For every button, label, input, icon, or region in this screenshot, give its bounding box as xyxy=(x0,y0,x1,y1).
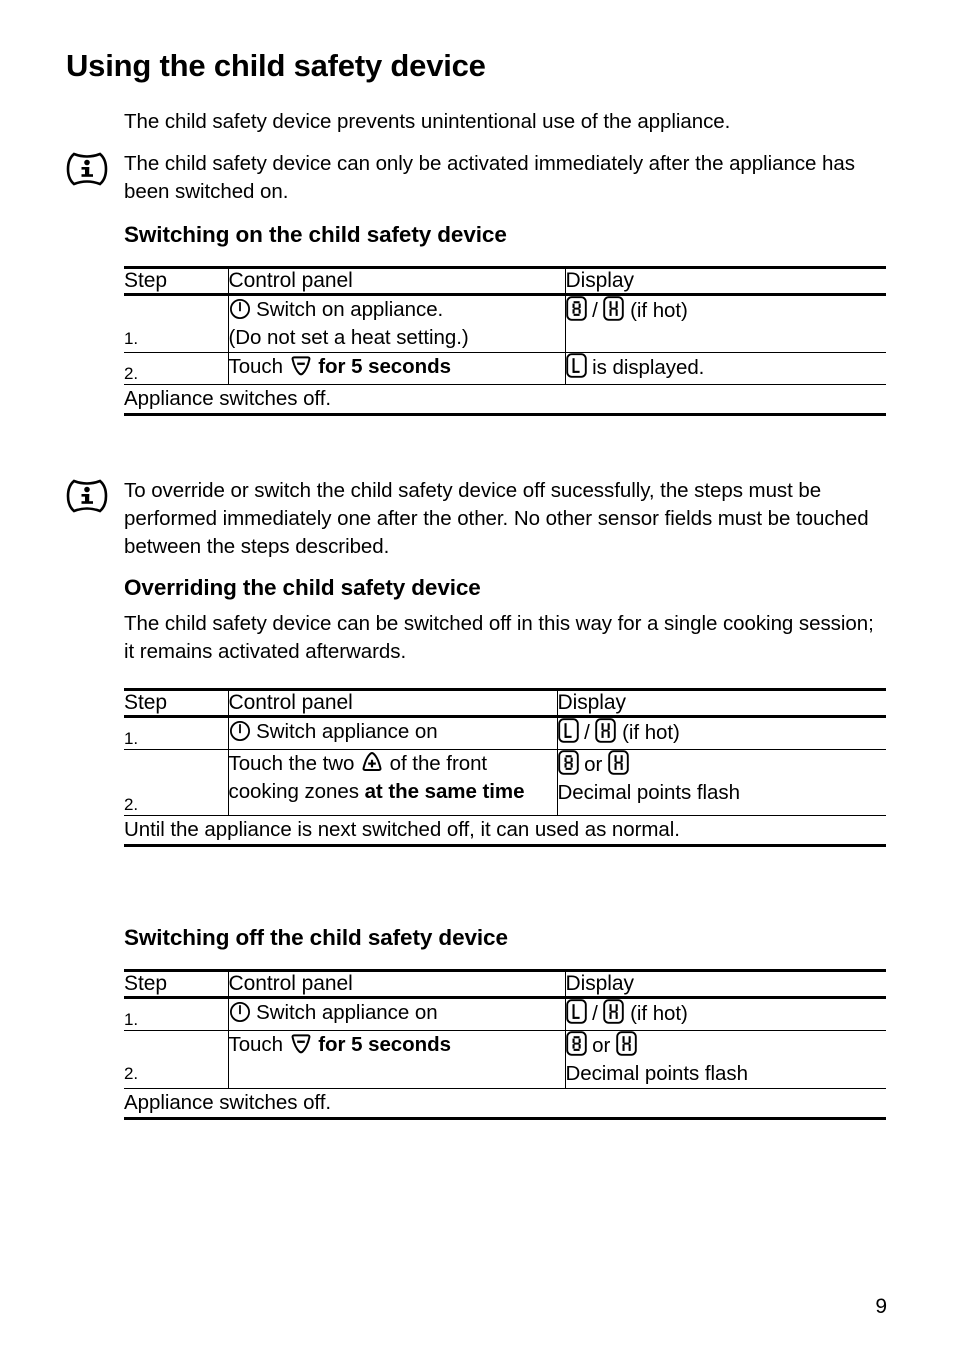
step-number: 2. xyxy=(124,352,229,385)
intro-paragraph: The child safety device prevents uninten… xyxy=(124,110,731,133)
column-header-step: Step xyxy=(124,969,229,998)
table-footer-row: Until the appliance is next switched off… xyxy=(124,815,886,847)
display-tail-text: (if hot) xyxy=(630,1002,688,1025)
display-tail-text: (if hot) xyxy=(622,721,680,744)
table-footer-text: Appliance switches off. xyxy=(124,384,886,416)
table-row: 2. Touch for 5 seconds xyxy=(124,352,886,385)
display-0-icon xyxy=(565,296,587,321)
display-separator: / xyxy=(592,299,598,322)
control-panel-cell: Touch the two of the front cooking zones… xyxy=(228,749,558,816)
column-header-control-panel: Control panel xyxy=(228,266,566,295)
display-text-line2: Decimal points flash xyxy=(557,781,741,804)
control-panel-cell: Switch appliance on xyxy=(228,715,558,750)
display-tail-text: (if hot) xyxy=(630,299,688,322)
power-icon xyxy=(229,720,251,742)
display-L-icon xyxy=(565,353,587,378)
info-icon xyxy=(66,479,108,513)
table-footer-text: Until the appliance is next switched off… xyxy=(124,815,886,847)
minus-triangle-icon xyxy=(289,353,313,377)
step-number: 1. xyxy=(124,715,229,750)
display-0-icon xyxy=(557,750,579,775)
note-block-2: To override or switch the child safety d… xyxy=(66,477,886,561)
display-separator: / xyxy=(584,721,590,744)
section-2-intro: The child safety device can be switched … xyxy=(124,612,874,663)
display-0-icon xyxy=(565,1031,587,1056)
section-heading-2: Overriding the child safety device xyxy=(124,575,481,600)
page-number: 9 xyxy=(875,1295,887,1318)
table-header-row: Step Control panel Display xyxy=(124,688,886,717)
note-text-1: The child safety device can only be acti… xyxy=(124,152,855,203)
section-heading-3: Switching off the child safety device xyxy=(124,925,508,950)
minus-triangle-icon xyxy=(289,1031,313,1055)
table-footer-text: Appliance switches off. xyxy=(124,1088,886,1120)
display-L-icon xyxy=(557,718,579,743)
column-header-step: Step xyxy=(124,266,229,295)
table-row: 1. Switch appliance on / (if hot) xyxy=(124,715,886,750)
display-cell: / (if hot) xyxy=(557,715,886,750)
section-heading-1: Switching on the child safety device xyxy=(124,222,507,247)
note-block-1: The child safety device can only be acti… xyxy=(66,150,884,206)
display-H-icon xyxy=(616,1031,637,1056)
display-cell: or Decimal points flash xyxy=(557,749,886,816)
display-separator: or xyxy=(584,753,603,776)
control-panel-cell: Switch on appliance. (Do not set a heat … xyxy=(228,293,566,353)
display-cell: / (if hot) xyxy=(565,996,886,1031)
column-header-control-panel: Control panel xyxy=(228,688,558,717)
control-panel-bold-text: at the same time xyxy=(364,780,525,803)
table-overriding: Step Control panel Display 1. Switch app… xyxy=(124,688,886,847)
control-panel-text-line2: (Do not set a heat setting.) xyxy=(228,326,469,349)
step-number: 1. xyxy=(124,996,229,1031)
table-switching-off: Step Control panel Display 1. Switch app… xyxy=(124,969,886,1120)
display-cell: or Decimal points flash xyxy=(565,1030,886,1089)
column-header-control-panel: Control panel xyxy=(228,969,566,998)
table-switching-on: Step Control panel Display 1. Switch on … xyxy=(124,266,886,416)
display-H-icon xyxy=(595,718,617,743)
plus-triangle-icon xyxy=(360,750,384,774)
table-footer-row: Appliance switches off. xyxy=(124,1088,886,1120)
display-L-icon xyxy=(565,999,587,1024)
display-separator: / xyxy=(592,1002,598,1025)
control-panel-bold-text: for 5 seconds xyxy=(318,355,451,378)
display-text-line2: Decimal points flash xyxy=(565,1062,749,1085)
step-number: 1. xyxy=(124,293,229,353)
power-icon xyxy=(229,1001,251,1023)
control-panel-text-line1: Switch appliance on xyxy=(256,720,438,743)
display-tail-text: is displayed. xyxy=(592,356,705,379)
display-H-icon xyxy=(603,296,625,321)
table-header-row: Step Control panel Display xyxy=(124,969,886,998)
control-panel-pre-text: Touch the two xyxy=(228,752,355,775)
step-number: 2. xyxy=(124,749,229,816)
column-header-step: Step xyxy=(124,688,229,717)
control-panel-pre-text: Touch xyxy=(228,1033,284,1056)
note-text-2: To override or switch the child safety d… xyxy=(124,479,869,558)
control-panel-text-line1: Switch on appliance. xyxy=(256,298,444,321)
table-row: 1. Switch appliance on / (if hot) xyxy=(124,996,886,1031)
column-header-display: Display xyxy=(565,969,886,998)
control-panel-cell: Switch appliance on xyxy=(228,996,566,1031)
control-panel-cell: Touch for 5 seconds xyxy=(228,1030,566,1089)
step-number: 2. xyxy=(124,1030,229,1089)
column-header-display: Display xyxy=(557,688,886,717)
table-row: 1. Switch on appliance. (Do not set a he… xyxy=(124,293,886,353)
document-page: Using the child safety device The child … xyxy=(0,0,954,1352)
table-footer-row: Appliance switches off. xyxy=(124,384,886,416)
control-panel-text-line1: Switch appliance on xyxy=(256,1001,438,1024)
display-cell: is displayed. xyxy=(565,352,886,385)
control-panel-cell: Touch for 5 seconds xyxy=(228,352,566,385)
table-row: 2. Touch the two of the front cooking zo… xyxy=(124,749,886,816)
display-H-icon xyxy=(608,750,629,775)
display-separator: or xyxy=(592,1034,611,1057)
info-icon xyxy=(66,152,108,186)
power-icon xyxy=(229,298,251,320)
column-header-display: Display xyxy=(565,266,886,295)
table-header-row: Step Control panel Display xyxy=(124,266,886,295)
page-title: Using the child safety device xyxy=(66,48,486,83)
control-panel-bold-text: for 5 seconds xyxy=(318,1033,451,1056)
control-panel-pre-text: Touch xyxy=(228,355,284,378)
table-row: 2. Touch for 5 seconds xyxy=(124,1030,886,1089)
display-H-icon xyxy=(603,999,625,1024)
display-cell: / (if hot) xyxy=(565,293,886,353)
